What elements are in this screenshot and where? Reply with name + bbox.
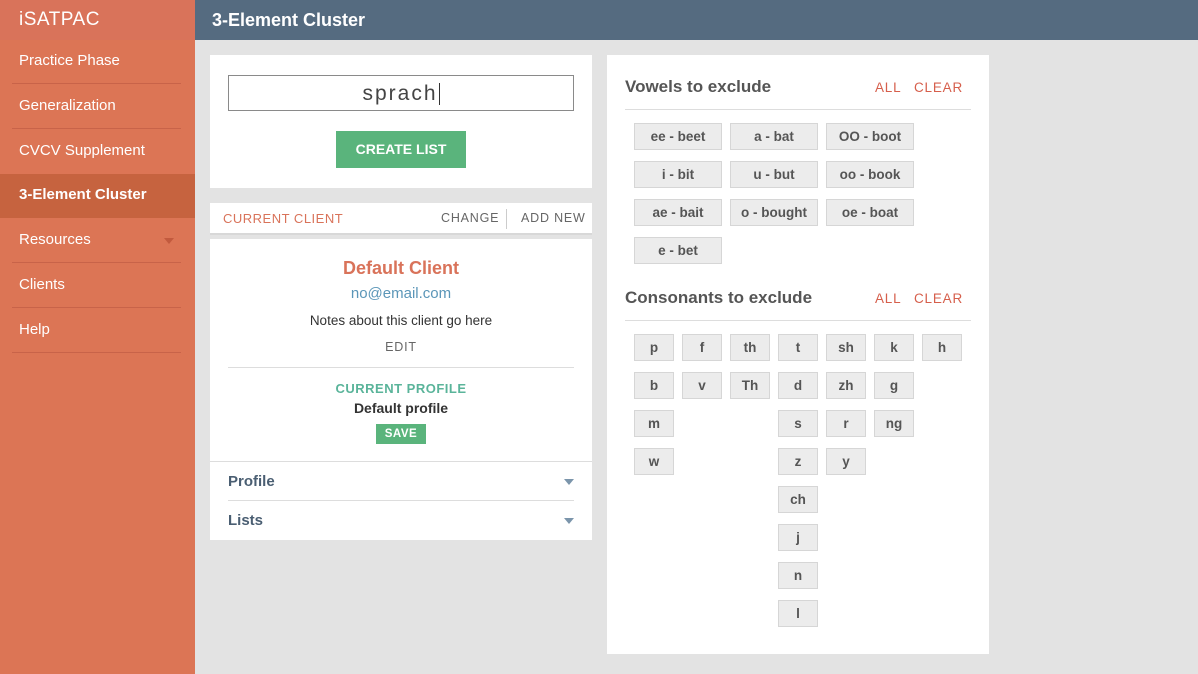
current-client-header: CURRENT CLIENT CHANGE ADD NEW — [210, 203, 592, 235]
consonant-chip[interactable]: k — [874, 334, 914, 361]
consonant-chip[interactable]: m — [634, 410, 674, 437]
consonant-chip[interactable]: ng — [874, 410, 914, 437]
chevron-down-icon — [564, 479, 574, 485]
brand-logo[interactable]: iSATPAC — [0, 0, 195, 40]
vowel-chip[interactable]: i - bit — [634, 161, 722, 188]
vowel-chip[interactable]: u - but — [730, 161, 818, 188]
vowels-clear-button[interactable]: CLEAR — [914, 80, 963, 95]
consonant-chip[interactable]: w — [634, 448, 674, 475]
divider — [12, 83, 181, 84]
vowel-chip[interactable]: e - bet — [634, 237, 722, 264]
consonant-chip[interactable]: n — [778, 562, 818, 589]
consonants-all-button[interactable]: ALL — [875, 291, 901, 306]
consonants-clear-button[interactable]: CLEAR — [914, 291, 963, 306]
consonant-chip[interactable]: p — [634, 334, 674, 361]
consonant-chip[interactable]: ch — [778, 486, 818, 513]
sidebar-item-3-element-cluster[interactable]: 3-Element Cluster — [0, 174, 195, 218]
consonant-chip[interactable]: v — [682, 372, 722, 399]
accordion-label: Lists — [228, 512, 264, 529]
save-profile-button[interactable]: SAVE — [376, 424, 426, 444]
accordion-label: Profile — [228, 473, 275, 490]
consonant-chip[interactable]: l — [778, 600, 818, 627]
consonant-chip[interactable]: f — [682, 334, 722, 361]
page-title: 3-Element Cluster — [212, 10, 366, 30]
vowel-chip[interactable]: oo - book — [826, 161, 914, 188]
edit-client-button[interactable]: EDIT — [210, 340, 592, 354]
sidebar-item-label: Practice Phase — [19, 52, 120, 69]
divider — [625, 320, 971, 321]
word-input-value: sprach — [362, 82, 438, 105]
sidebar-item-label: Generalization — [19, 97, 116, 114]
consonant-chip[interactable]: sh — [826, 334, 866, 361]
consonant-chip[interactable]: b — [634, 372, 674, 399]
consonant-chip[interactable]: t — [778, 334, 818, 361]
current-client-label: CURRENT CLIENT — [223, 211, 344, 226]
list-builder-panel: sprach CREATE LIST — [210, 55, 592, 188]
divider — [228, 367, 574, 368]
client-card: Default Client no@email.com Notes about … — [210, 239, 592, 540]
vowel-chip[interactable]: ee - beet — [634, 123, 722, 150]
sidebar-item-label: 3-Element Cluster — [19, 186, 147, 203]
sidebar-item-help[interactable]: Help — [0, 309, 195, 353]
sidebar-item-cvcv-supplement[interactable]: CVCV Supplement — [0, 130, 195, 174]
vowel-chip[interactable]: oe - boat — [826, 199, 914, 226]
create-list-button[interactable]: CREATE LIST — [336, 131, 466, 168]
consonant-chip[interactable]: j — [778, 524, 818, 551]
exclusion-panel: Vowels to exclude ALL CLEAR ee - beet a … — [607, 55, 989, 654]
profile-accordion[interactable]: Profile — [210, 462, 592, 501]
sidebar-item-resources[interactable]: Resources — [0, 219, 195, 263]
current-profile-label: CURRENT PROFILE — [335, 381, 467, 396]
word-input[interactable]: sprach — [228, 75, 574, 111]
sidebar-item-generalization[interactable]: Generalization — [0, 85, 195, 129]
divider — [506, 209, 507, 229]
divider — [12, 262, 181, 263]
sidebar-item-label: Clients — [19, 276, 65, 293]
consonant-chip[interactable]: r — [826, 410, 866, 437]
consonant-chip[interactable]: s — [778, 410, 818, 437]
consonants-title: Consonants to exclude — [625, 288, 813, 307]
vowels-title: Vowels to exclude — [625, 77, 772, 96]
vowel-chip[interactable]: a - bat — [730, 123, 818, 150]
consonant-chip[interactable]: d — [778, 372, 818, 399]
add-new-client-button[interactable]: ADD NEW — [521, 203, 586, 234]
consonant-chip[interactable]: z — [778, 448, 818, 475]
client-name: Default Client — [342, 258, 459, 278]
lists-accordion[interactable]: Lists — [210, 501, 592, 540]
chevron-down-icon — [164, 238, 174, 244]
consonant-chip[interactable]: h — [922, 334, 962, 361]
sidebar: Practice Phase Generalization CVCV Suppl… — [0, 40, 195, 674]
vowel-chip[interactable]: ae - bait — [634, 199, 722, 226]
sidebar-item-label: Help — [19, 321, 50, 338]
vowel-chip[interactable]: OO - boot — [826, 123, 914, 150]
divider — [12, 128, 181, 129]
vowel-chip[interactable]: o - bought — [730, 199, 818, 226]
sidebar-item-label: CVCV Supplement — [19, 142, 145, 159]
vowels-all-button[interactable]: ALL — [875, 80, 901, 95]
client-notes: Notes about this client go here — [309, 313, 493, 328]
client-email[interactable]: no@email.com — [210, 285, 592, 302]
consonant-chip[interactable]: th — [730, 334, 770, 361]
text-cursor — [438, 83, 440, 106]
consonant-chip[interactable]: Th — [730, 372, 770, 399]
profile-name: Default profile — [353, 400, 449, 416]
change-client-button[interactable]: CHANGE — [441, 203, 499, 234]
divider — [12, 352, 181, 353]
consonant-chip[interactable]: zh — [826, 372, 866, 399]
chevron-down-icon — [564, 518, 574, 524]
sidebar-item-label: Resources — [19, 231, 91, 248]
sidebar-item-clients[interactable]: Clients — [0, 264, 195, 308]
consonant-chip[interactable]: y — [826, 448, 866, 475]
consonant-chip[interactable]: g — [874, 372, 914, 399]
divider — [625, 109, 971, 110]
sidebar-item-practice-phase[interactable]: Practice Phase — [0, 40, 195, 84]
divider — [12, 307, 181, 308]
